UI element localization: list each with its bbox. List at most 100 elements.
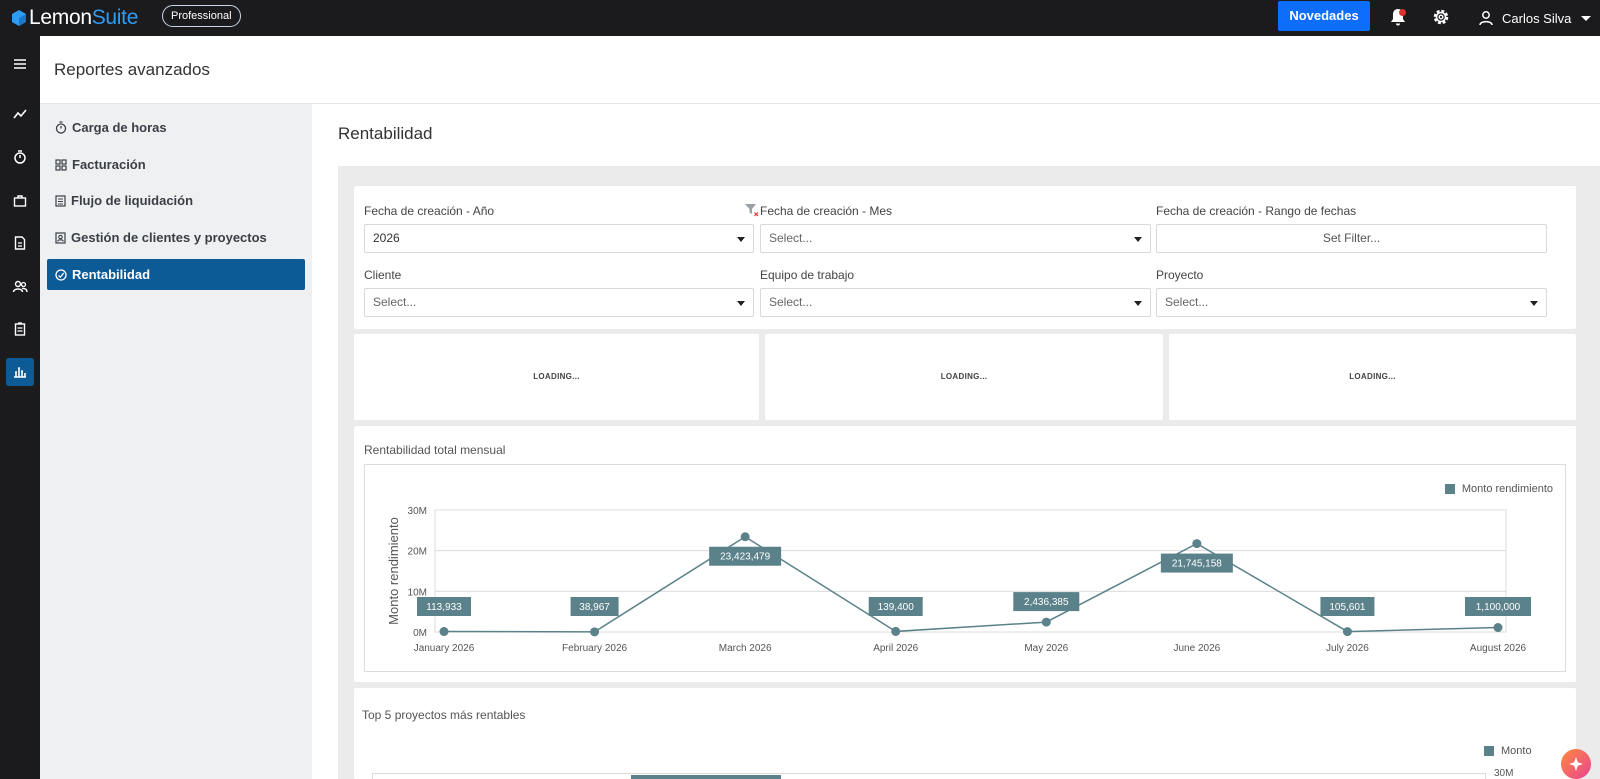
data-point: [590, 627, 600, 637]
novedades-button[interactable]: Novedades: [1278, 1, 1370, 31]
data-point: [1192, 539, 1202, 549]
year-filter-label: Fecha de creación - Año: [364, 204, 495, 218]
y-axis-label: Monto rendimiento: [386, 517, 401, 625]
y-tick-label: 10M: [408, 587, 427, 598]
user-menu-chevron-down-icon: [1581, 15, 1592, 21]
gauge-icon: [55, 268, 67, 281]
user-menu[interactable]: Carlos Silva: [1478, 7, 1592, 29]
chevron-down-icon: [737, 301, 745, 306]
clear-filter-icon[interactable]: [744, 202, 760, 218]
top-bar: LemonSuite Professional Novedades Carlos…: [0, 0, 1600, 36]
submenu-item-label: Facturación: [72, 157, 146, 172]
notifications-bell-icon[interactable]: [1387, 6, 1409, 28]
data-label: 139,400: [878, 602, 915, 613]
logo-cube-icon: [12, 10, 26, 26]
data-point: [1342, 627, 1352, 637]
chevron-down-icon: [1530, 301, 1538, 306]
dashboard: Fecha de creación - Año 2026 Fecha de cr…: [338, 166, 1600, 779]
set-filter-button[interactable]: Set Filter...: [1156, 224, 1547, 253]
submenu-item-label: Gestión de clientes y proyectos: [71, 230, 267, 245]
settings-gear-icon[interactable]: [1430, 6, 1452, 28]
submenu-item-label: Rentabilidad: [72, 267, 151, 282]
line-chart: 0M 10M 20M 30M Monto rendimiento January 2026…: [386, 506, 1531, 654]
submenu-item-facturacion[interactable]: Facturación: [47, 149, 305, 180]
data-label: 23,423,479: [720, 552, 770, 563]
client-select[interactable]: Select...: [364, 288, 754, 317]
project-select[interactable]: Select...: [1156, 288, 1547, 317]
grid-icon: [55, 158, 67, 171]
user-icon: [1479, 11, 1493, 26]
submenu-item-carga-de-horas[interactable]: Carga de horas: [47, 112, 305, 143]
monthly-profitability-card: Rentabilidad total mensual Monto rendimi…: [354, 426, 1576, 682]
data-label: 105,601: [1329, 602, 1366, 613]
invoice-icon[interactable]: [6, 229, 34, 257]
month-select-placeholder: Select...: [769, 231, 813, 245]
kpi-card-1: LOADING...: [354, 334, 759, 420]
kpi-card-2: LOADING...: [765, 334, 1163, 420]
submenu-item-label: Flujo de liquidación: [71, 193, 194, 208]
data-point: [1493, 623, 1503, 633]
icon-rail: [0, 36, 40, 779]
x-tick-label: January 2026: [414, 643, 475, 654]
app-name: LemonSuite: [29, 6, 139, 29]
x-tick-label: May 2026: [1024, 643, 1068, 654]
page-title: Reportes avanzados: [54, 60, 210, 79]
document-icon: [55, 194, 66, 207]
bar-chart-icon[interactable]: [6, 358, 34, 386]
year-select[interactable]: 2026: [364, 224, 754, 253]
page-header: Reportes avanzados: [40, 36, 1600, 104]
year-select-value: 2026: [373, 231, 400, 245]
data-label: 2,436,385: [1024, 597, 1069, 608]
kpi-card-3: LOADING...: [1169, 334, 1576, 420]
chevron-down-icon: [1134, 237, 1142, 242]
project-filter-label: Proyecto: [1156, 268, 1204, 282]
chevron-down-icon: [1134, 301, 1142, 306]
data-label: 1,100,000: [1476, 602, 1521, 613]
contact-card-icon: [55, 231, 66, 244]
briefcase-icon[interactable]: [6, 186, 34, 214]
legend-swatch: [1484, 746, 1494, 756]
top-projects-chart-frame: [372, 773, 1486, 779]
team-select[interactable]: Select...: [760, 288, 1151, 317]
data-point: [1041, 617, 1051, 627]
client-filter-label: Cliente: [364, 268, 402, 282]
trend-icon[interactable]: [6, 100, 34, 128]
y-tick-label: 20M: [408, 547, 427, 558]
x-tick-label: August 2026: [1470, 643, 1527, 654]
sparkle-icon: [1569, 757, 1583, 771]
submenu-item-gestion-clientes-proyectos[interactable]: Gestión de clientes y proyectos: [47, 222, 305, 253]
top-projects-legend: Monto: [1484, 745, 1532, 757]
notification-badge: [1399, 9, 1406, 16]
stopwatch-icon: [55, 121, 67, 134]
timer-icon[interactable]: [6, 143, 34, 171]
data-label: 38,967: [579, 602, 610, 613]
assistant-fab[interactable]: [1561, 749, 1591, 779]
team-filter-label: Equipo de trabajo: [760, 268, 855, 282]
x-tick-label: February 2026: [562, 643, 627, 654]
month-select[interactable]: Select...: [760, 224, 1151, 253]
users-icon[interactable]: [6, 272, 34, 300]
chart-frame: Monto rendimiento 0M 10M 20M 30M Monto rendi…: [364, 464, 1566, 672]
project-select-placeholder: Select...: [1165, 295, 1209, 309]
top-projects-y-tick: 30M: [1494, 768, 1514, 779]
month-filter-label: Fecha de creación - Mes: [760, 204, 893, 218]
filters-panel: Fecha de creación - Año 2026 Fecha de cr…: [354, 186, 1576, 329]
submenu-item-rentabilidad[interactable]: Rentabilidad: [47, 259, 305, 290]
plan-badge: Professional: [162, 5, 241, 27]
data-point: [891, 626, 901, 636]
top-projects-card: Top 5 proyectos más rentables Monto 30M: [354, 688, 1576, 779]
x-tick-label: June 2026: [1173, 643, 1220, 654]
top-projects-bar: [631, 775, 781, 779]
submenu-item-label: Carga de horas: [72, 120, 167, 135]
chart-title: Rentabilidad total mensual: [364, 443, 506, 457]
app-logo[interactable]: LemonSuite: [12, 6, 138, 30]
client-select-placeholder: Select...: [373, 295, 417, 309]
main-content: Rentabilidad Fecha de creación - Año 202…: [312, 104, 1600, 779]
range-filter-label: Fecha de creación - Rango de fechas: [1156, 204, 1357, 218]
legend-label: Monto: [1501, 745, 1532, 757]
x-tick-label: April 2026: [873, 643, 918, 654]
menu-icon[interactable]: [6, 50, 34, 78]
chevron-down-icon: [737, 237, 745, 242]
clipboard-icon[interactable]: [6, 315, 34, 343]
submenu-item-flujo-de-liquidacion[interactable]: Flujo de liquidación: [47, 185, 305, 216]
